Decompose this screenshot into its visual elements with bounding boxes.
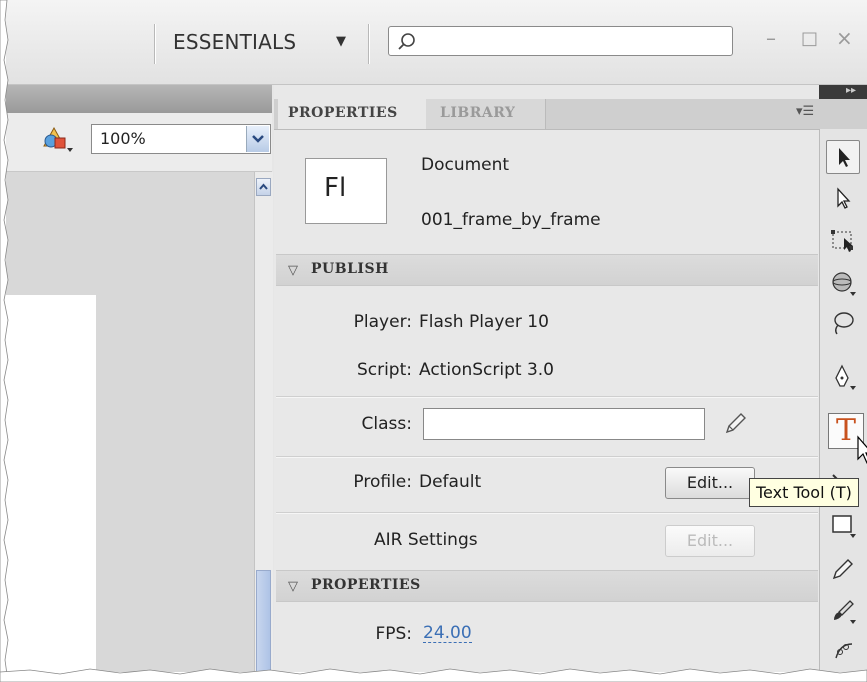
brush-icon: [834, 600, 856, 624]
3d-rotation-tool[interactable]: [826, 266, 860, 300]
workspace-switcher[interactable]: ESSENTIALS: [173, 30, 296, 54]
subselection-tool[interactable]: [826, 182, 860, 216]
stage-canvas[interactable]: [6, 295, 96, 672]
player-label: Player:: [353, 312, 412, 332]
fps-label: FPS:: [375, 624, 412, 644]
pen-tool[interactable]: [826, 360, 860, 394]
panel-menu-icon[interactable]: ▾☰: [796, 104, 814, 119]
free-transform-tool[interactable]: [826, 224, 860, 258]
separator: [368, 24, 370, 64]
rectangle-tool[interactable]: [826, 508, 860, 542]
pencil-icon: [832, 559, 853, 580]
properties-section-title: PROPERTIES: [311, 577, 421, 593]
properties-section-header[interactable]: ▽ PROPERTIES: [276, 570, 818, 602]
torn-edge-bottom: [0, 668, 867, 682]
deco-icon: [835, 643, 853, 659]
tab-library[interactable]: LIBRARY: [426, 99, 546, 129]
triangle-down-icon[interactable]: ▼: [336, 34, 346, 49]
deco-tool[interactable]: [826, 634, 860, 668]
rectangle-icon: [832, 515, 856, 538]
document-name: 001_frame_by_frame: [421, 210, 601, 230]
stage-header: [6, 85, 272, 113]
class-label: Class:: [361, 414, 412, 434]
text-tool-tooltip: Text Tool (T): [749, 478, 859, 507]
zoom-value: 100%: [100, 129, 146, 148]
scrollbar-thumb[interactable]: [256, 570, 271, 672]
publish-section-title: PUBLISH: [311, 261, 389, 277]
lasso-tool[interactable]: [826, 306, 860, 340]
subselect-arrow-icon: [837, 187, 851, 209]
air-edit-button[interactable]: Edit...: [665, 525, 755, 557]
text-tool-glyph: T: [836, 413, 857, 448]
fps-value[interactable]: 24.00: [423, 624, 472, 643]
collapse-triangle-icon[interactable]: ▽: [288, 579, 298, 594]
document-type: Document: [421, 155, 510, 175]
divider: [276, 512, 818, 514]
search-input[interactable]: [388, 26, 733, 56]
search-icon: [398, 33, 415, 50]
script-label: Script:: [356, 360, 412, 380]
collapse-triangle-icon[interactable]: ▽: [288, 263, 298, 278]
divider: [276, 396, 818, 398]
player-value: Flash Player 10: [419, 312, 549, 332]
brush-tool[interactable]: [826, 594, 860, 628]
document-icon-text: Fl: [324, 173, 347, 203]
pencil-tool[interactable]: [826, 552, 860, 586]
lasso-icon: [834, 312, 854, 335]
class-input[interactable]: [423, 408, 705, 440]
minimize-button[interactable]: –: [766, 26, 776, 50]
mouse-cursor-icon: [857, 435, 867, 464]
publish-section-header[interactable]: ▽ PUBLISH: [276, 254, 818, 286]
collapse-tools-icon[interactable]: ▸▸: [846, 85, 856, 96]
flash-ide-window: ESSENTIALS ▼ – □ × 100% ▸▸ ▸▸ PROPERTIES…: [6, 0, 867, 672]
maximize-button[interactable]: □: [801, 28, 818, 49]
script-value: ActionScript 3.0: [419, 360, 554, 380]
profile-edit-button[interactable]: Edit...: [665, 467, 755, 499]
arrow-icon: [839, 148, 850, 167]
pen-icon: [835, 364, 856, 390]
divider: [276, 456, 818, 458]
3d-rotation-icon: [832, 272, 856, 296]
edit-symbols-icon[interactable]: [40, 124, 74, 158]
torn-edge-left: [0, 0, 9, 682]
close-button[interactable]: ×: [836, 26, 853, 50]
document-icon: Fl: [305, 158, 387, 224]
chevron-down-icon[interactable]: [246, 126, 269, 152]
profile-label: Profile:: [353, 472, 412, 492]
air-settings-label: AIR Settings: [374, 530, 478, 550]
tools-header: [819, 99, 867, 129]
separator: [154, 24, 156, 64]
zoom-select[interactable]: 100%: [91, 124, 271, 154]
edit-class-pencil-icon[interactable]: [721, 410, 749, 442]
selection-tool[interactable]: [826, 140, 860, 174]
scroll-up-button[interactable]: [256, 178, 271, 196]
free-transform-icon: [831, 230, 853, 252]
tab-properties[interactable]: PROPERTIES: [278, 99, 426, 129]
profile-value: Default: [419, 472, 482, 492]
